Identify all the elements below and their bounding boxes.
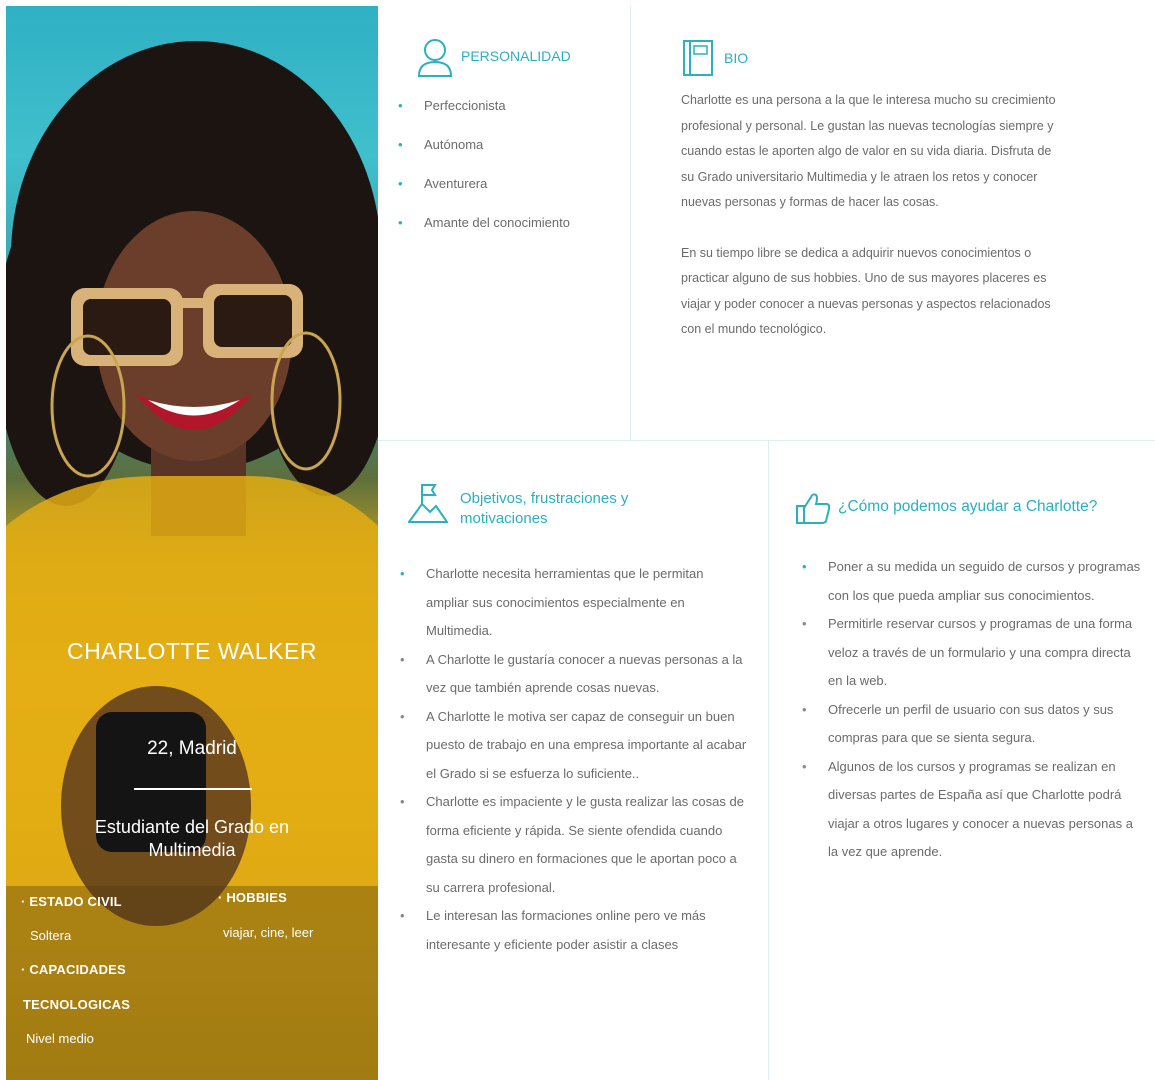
user-icon [417,39,453,77]
list-item: • Aventurera [398,176,488,191]
divider-vertical-bottom [768,440,769,1080]
thumbs-up-icon [796,493,831,524]
hobbies-label: · HOBBIES [218,890,287,905]
bio-title: BIO [724,50,749,66]
list-item: • A Charlotte le motiva ser capaz de cons… [400,708,747,781]
list-item: • A Charlotte le gustaría conocer a nueva… [400,651,743,696]
bio-paragraph-2: En su tiempo libre se dedica a adquirir … [681,245,1051,337]
tech-skills-value: Nivel medio [26,1031,94,1046]
personality-title: PERSONALIDAD [461,48,571,64]
persona-age-city: 22, Madrid [147,738,237,759]
divider-vertical-top [630,6,631,440]
tech-skills-label-2: TECNOLOGICAS [23,997,131,1012]
bio-text: Charlotte es una persona a la que le int… [681,88,1061,343]
list-item: • Poner a su medida un seguido de cursos … [802,559,1141,603]
persona-photo [6,41,378,1080]
marital-status-label: · ESTADO CIVIL [21,894,122,909]
tech-skills-label-1: · CAPACIDADES [21,962,126,977]
goals-list: • Charlotte necesita herramientas que le … [400,560,748,959]
help-list: • Poner a su medida un seguido de cursos … [802,553,1142,867]
persona-study: Estudiante del Grado en Multimedia [94,817,290,860]
hobbies-value: viajar, cine, leer [223,925,314,940]
list-item: • Algunos de los cursos y programas se re… [802,758,1133,860]
mountain-flag-icon [408,484,448,523]
list-item: • Le interesan las formaciones online per… [400,908,706,952]
list-item: • Charlotte necesita herramientas que le … [400,566,704,638]
marital-status-value: Soltera [30,928,72,943]
personality-list: • Perfeccionista • Autónoma • Aventurera • A… [398,98,618,254]
persona-name: CHARLOTTE WALKER [67,638,317,664]
persona-photo-panel: CHARLOTTE WALKER 22, Madrid Estudiante d… [6,6,378,1080]
list-item: • Perfeccionista [398,98,506,113]
divider-rule [134,788,252,790]
goals-title: Objetivos, frustraciones y motivaciones [460,490,629,527]
list-item: • Ofrecerle un perfil de usuario con sus … [802,701,1114,746]
bio-paragraph-1: Charlotte es una persona a la que le int… [681,93,1056,209]
help-title: ¿Cómo podemos ayudar a Charlotte? [838,498,1098,515]
notebook-icon [683,40,713,76]
list-item: • Amante del conocimiento [398,215,570,230]
list-item: • Permitirle reservar cursos y programas … [802,616,1133,688]
list-item: • Autónoma [398,137,484,152]
divider-horizontal [378,440,1155,441]
list-item: • Charlotte es impaciente y le gusta real… [400,794,744,895]
